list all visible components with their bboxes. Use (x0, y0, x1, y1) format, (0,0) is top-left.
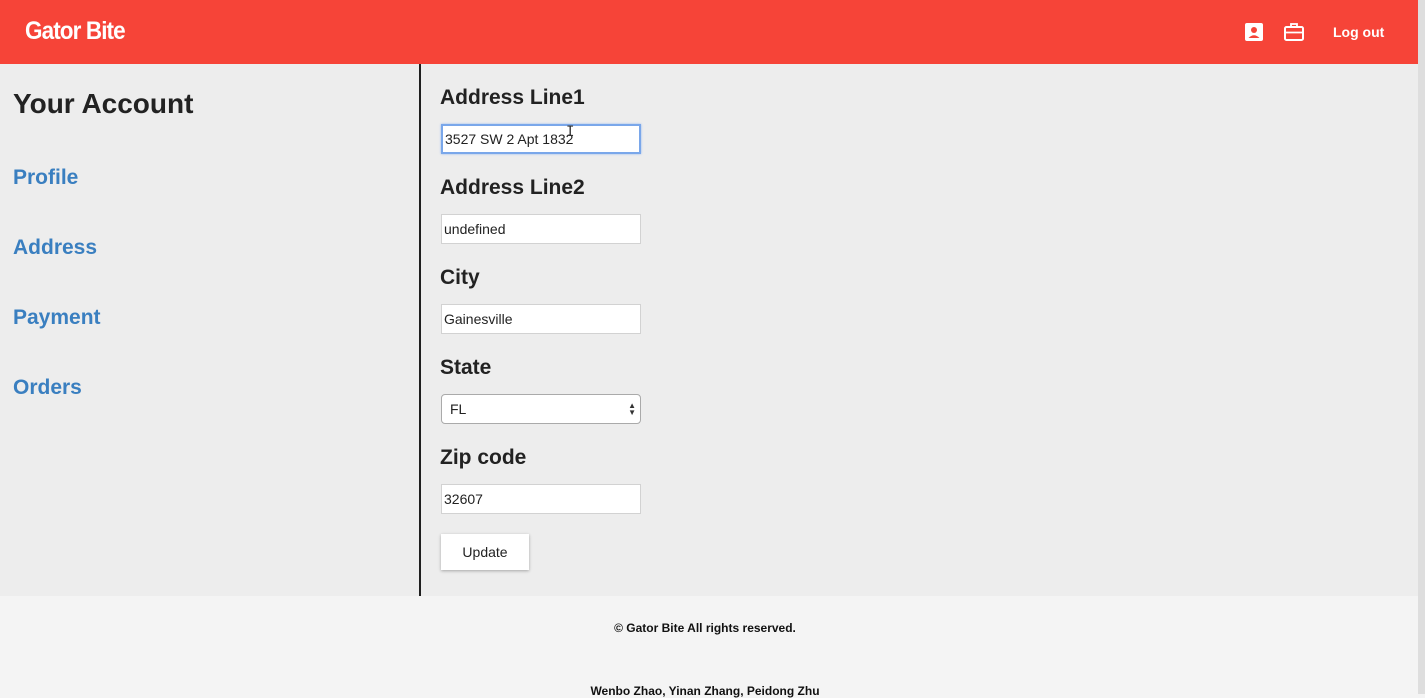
text-cursor-icon: I (566, 124, 575, 140)
address-line1-input[interactable] (441, 124, 641, 154)
sidebar-divider (419, 64, 421, 596)
address-line2-input[interactable] (441, 214, 641, 244)
authors-text: Wenbo Zhao, Yinan Zhang, Peidong Zhu (590, 684, 820, 698)
address-line2-label: Address Line2 (440, 176, 585, 199)
main-content: Your Account Profile Address Payment Ord… (0, 64, 1418, 596)
page-footer: © Gator Bite All rights reserved. Wenbo … (0, 596, 1418, 698)
logout-link[interactable]: Log out (1333, 24, 1384, 40)
sidebar-item-payment[interactable]: Payment (13, 306, 101, 330)
city-input[interactable] (441, 304, 641, 334)
state-label: State (440, 356, 492, 379)
copyright-text: © Gator Bite All rights reserved. (614, 621, 796, 635)
city-label: City (440, 266, 480, 289)
sidebar-title: Your Account (13, 88, 194, 119)
top-navbar: Gator Bite Log out (0, 0, 1418, 64)
briefcase-icon[interactable] (1284, 22, 1304, 42)
address-line1-label: Address Line1 (440, 86, 585, 109)
brand-logo[interactable]: Gator Bite (25, 17, 126, 46)
sidebar-item-address[interactable]: Address (13, 236, 97, 260)
select-arrows-icon: ▲ ▼ (628, 401, 636, 417)
zip-input[interactable] (441, 484, 641, 514)
account-box-icon[interactable] (1244, 22, 1264, 42)
scrollbar-track[interactable] (1418, 0, 1425, 694)
sidebar-item-orders[interactable]: Orders (13, 376, 82, 400)
update-button[interactable]: Update (441, 534, 529, 570)
sidebar-item-profile[interactable]: Profile (13, 166, 78, 190)
state-select[interactable]: FL ▲ ▼ (441, 394, 641, 424)
account-sidebar: Your Account Profile Address Payment Ord… (0, 64, 419, 596)
zip-label: Zip code (440, 446, 527, 469)
state-selected-value: FL (450, 401, 467, 417)
